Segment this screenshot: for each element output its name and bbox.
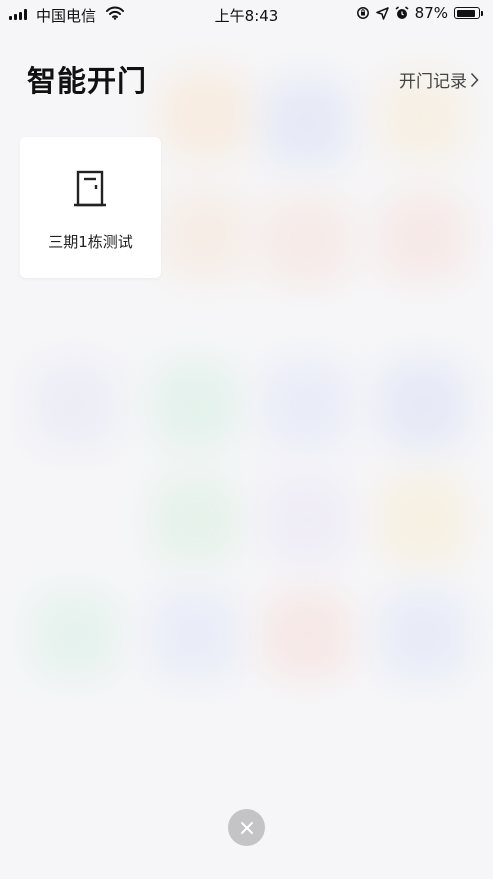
battery-percent: 87%: [414, 4, 448, 22]
close-button[interactable]: [228, 809, 265, 846]
chevron-right-icon: [470, 72, 479, 87]
door-name: 三期1栋测试: [48, 233, 133, 251]
page-title: 智能开门: [27, 64, 148, 98]
door-records-label: 开门记录: [399, 72, 467, 92]
door-card[interactable]: 三期1栋测试: [20, 137, 161, 278]
door-records-link[interactable]: 开门记录: [399, 67, 479, 92]
battery-icon: [454, 7, 483, 19]
status-bar: 中国电信 上午8:43 87%: [0, 0, 493, 28]
close-icon: [240, 821, 253, 834]
blurred-background: [0, 0, 493, 879]
alarm-icon: [395, 6, 409, 19]
orientation-lock-icon: [356, 7, 369, 19]
door-icon: [74, 170, 106, 207]
location-icon: [375, 6, 389, 20]
